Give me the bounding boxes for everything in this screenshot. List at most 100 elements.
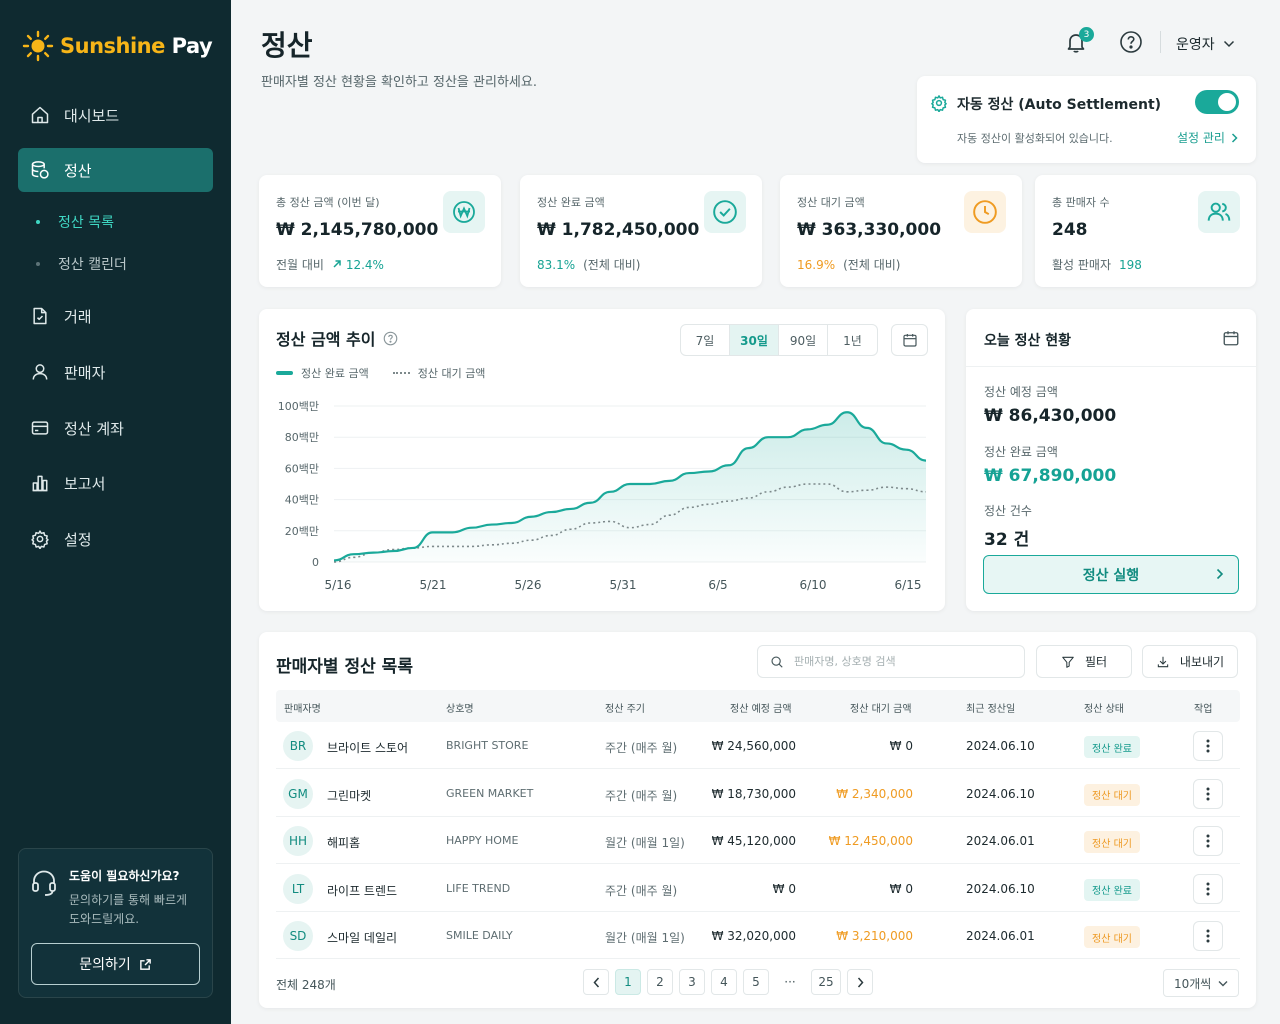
database-icon (31, 161, 49, 179)
settlement-cycle: 월간 (매월 1일) (605, 836, 685, 850)
chevron-right-icon (1216, 568, 1224, 580)
sidebar-subitem-settlement-list[interactable]: 정산 목록 (36, 212, 114, 232)
stat-footer: 83.1% (전체 대비) (537, 256, 640, 273)
column-header-pending[interactable]: 정산 대기 금액 (850, 700, 912, 715)
table-row[interactable]: LT 라이프 트렌드 LIFE TREND 주간 (매주 월) ₩ 0 ₩ 0 2024.0… (276, 865, 1240, 912)
user-menu[interactable]: 운영자 (1176, 34, 1235, 54)
stat-footer: 전월 대비 12.4% (276, 256, 384, 273)
card-icon (31, 421, 49, 435)
last-settlement-date: 2024.06.10 (966, 881, 1035, 896)
auto-settlement-toggle[interactable] (1195, 90, 1239, 114)
scheduled-label: 정산 예정 금액 (984, 385, 1058, 399)
sidebar: Sunshine Pay 대시보드 정산 정산 목록 정산 캘린더 거래 판매자… (0, 0, 231, 1024)
chart-bar-icon (32, 475, 48, 492)
column-header-seller[interactable]: 판매자명 (284, 700, 321, 715)
x-tick-label: 6/15 (895, 578, 922, 592)
stat-label: 총 판매자 수 (1052, 196, 1110, 209)
sidebar-subitem-label: 정산 캘린더 (58, 257, 127, 273)
column-header-cycle[interactable]: 정산 주기 (605, 700, 645, 715)
run-settlement-label: 정산 실행 (1082, 567, 1140, 584)
column-header-status[interactable]: 정산 상태 (1084, 700, 1124, 715)
stat-value: ₩ 2,145,780,000 (276, 220, 439, 240)
column-header-scheduled[interactable]: 정산 예정 금액 (730, 700, 792, 715)
export-button[interactable]: 내보내기 (1142, 645, 1238, 678)
settings-manage-link[interactable]: 설정 관리 (1177, 129, 1238, 146)
filter-icon (1062, 656, 1074, 668)
row-actions-button[interactable] (1193, 873, 1223, 904)
completed-label: 정산 완료 금액 (984, 445, 1058, 459)
table-row[interactable]: GM 그린마켓 GREEN MARKET 주간 (매주 월) ₩ 18,730,000 ₩… (276, 770, 1240, 817)
run-settlement-button[interactable]: 정산 실행 (983, 555, 1239, 594)
sidebar-item-dashboard[interactable]: 대시보드 (18, 93, 213, 137)
arrow-up-right-icon (333, 259, 341, 268)
sidebar-subitem-settlement-calendar[interactable]: 정산 캘린더 (36, 254, 127, 274)
stat-label: 정산 대기 금액 (797, 196, 865, 209)
page-button-1[interactable]: 1 (615, 969, 641, 995)
search-icon (771, 655, 783, 668)
stat-percent: 83.1% (537, 257, 576, 272)
last-settlement-date: 2024.06.10 (966, 739, 1035, 753)
column-header-last-date[interactable]: 최근 정산일 (966, 700, 1015, 715)
seller-name[interactable]: 브라이트 스토어 (327, 739, 408, 756)
table-title: 판매자별 정산 목록 (276, 657, 413, 677)
per-page-select[interactable]: 10개씩 (1163, 969, 1239, 997)
filter-button[interactable]: 필터 (1036, 645, 1132, 678)
row-actions-button[interactable] (1193, 826, 1223, 856)
stat-value: ₩ 363,330,000 (797, 220, 942, 240)
seller-name[interactable]: 스마일 데일리 (327, 929, 397, 946)
x-tick-label: 5/26 (515, 578, 542, 592)
page-button-25[interactable]: 25 (811, 969, 841, 995)
column-header-company[interactable]: 상호명 (446, 700, 474, 715)
bullet-dot (36, 220, 40, 224)
sidebar-item-label: 대시보드 (64, 106, 120, 125)
page-button-2[interactable]: 2 (647, 969, 673, 995)
seller-name[interactable]: 그린마켓 (327, 787, 371, 804)
sidebar-item-settings[interactable]: 설정 (18, 517, 213, 561)
more-vertical-icon (1206, 787, 1210, 800)
row-actions-button[interactable] (1193, 778, 1223, 809)
sidebar-item-reports[interactable]: 보고서 (18, 461, 213, 505)
sidebar-item-sellers[interactable]: 판매자 (18, 350, 213, 394)
y-tick-label: 60백만 (285, 462, 319, 475)
won-icon (453, 201, 475, 223)
sidebar-item-settlement[interactable]: 정산 (18, 148, 213, 192)
page-button-4[interactable]: 4 (711, 969, 737, 995)
sidebar-item-label: 판매자 (64, 363, 106, 382)
help-description: 문의하기를 통해 빠르게 도와드릴게요. (69, 893, 188, 926)
page-next-button[interactable] (847, 969, 873, 995)
help-box: 도움이 필요하신가요? 문의하기를 통해 빠르게 도와드릴게요. 문의하기 (18, 848, 213, 998)
stat-card-pending: 정산 대기 금액 ₩ 363,330,000 16.9% (전체 대비) (780, 175, 1022, 287)
trend-chart-card: 정산 금액 추이 7일 30일 90일 1년 정산 완료 금액 정산 대기 금액… (259, 309, 945, 611)
brand-logo[interactable]: Sunshine Pay (22, 30, 213, 62)
table-row[interactable]: BR 브라이트 스토어 BRIGHT STORE 주간 (매주 월) ₩ 24,560,… (276, 722, 1240, 769)
page-button-5[interactable]: 5 (743, 969, 769, 995)
more-vertical-icon (1206, 929, 1210, 943)
calendar-icon[interactable] (1222, 329, 1240, 347)
help-button[interactable] (1119, 30, 1143, 58)
contact-button[interactable]: 문의하기 (31, 943, 200, 985)
chevron-left-icon (592, 977, 599, 987)
page-prev-button[interactable] (583, 969, 609, 995)
x-tick-label: 5/21 (420, 578, 447, 592)
scheduled-amount: ₩ 18,730,000 (711, 786, 796, 801)
auto-settlement-title: 자동 정산 (Auto Settlement) (957, 97, 1162, 113)
sidebar-item-accounts[interactable]: 정산 계좌 (18, 406, 213, 450)
stat-value: ₩ 1,782,450,000 (537, 220, 700, 240)
seller-name[interactable]: 해피홈 (327, 834, 360, 851)
search-input[interactable] (794, 655, 1014, 668)
row-actions-button[interactable] (1193, 921, 1223, 951)
external-link-icon (139, 958, 151, 970)
sun-icon (22, 30, 54, 62)
page-button-3[interactable]: 3 (679, 969, 705, 995)
page-subtitle: 판매자별 정산 현황을 확인하고 정산을 관리하세요. (261, 75, 537, 90)
scheduled-amount: ₩ 24,560,000 (711, 739, 796, 753)
sidebar-item-transactions[interactable]: 거래 (18, 294, 213, 338)
table-row[interactable]: HH 해피홈 HAPPY HOME 월간 (매월 1일) ₩ 45,120,000 ₩ 1… (276, 817, 1240, 864)
user-icon (32, 364, 48, 380)
table-row[interactable]: SD 스마일 데일리 SMILE DAILY 월간 (매월 1일) ₩ 32,020,0… (276, 912, 1240, 959)
headset-icon (32, 870, 56, 896)
seller-name[interactable]: 라이프 트렌드 (327, 882, 397, 899)
document-icon (33, 307, 47, 325)
last-settlement-date: 2024.06.01 (966, 929, 1035, 943)
row-actions-button[interactable] (1193, 731, 1223, 761)
